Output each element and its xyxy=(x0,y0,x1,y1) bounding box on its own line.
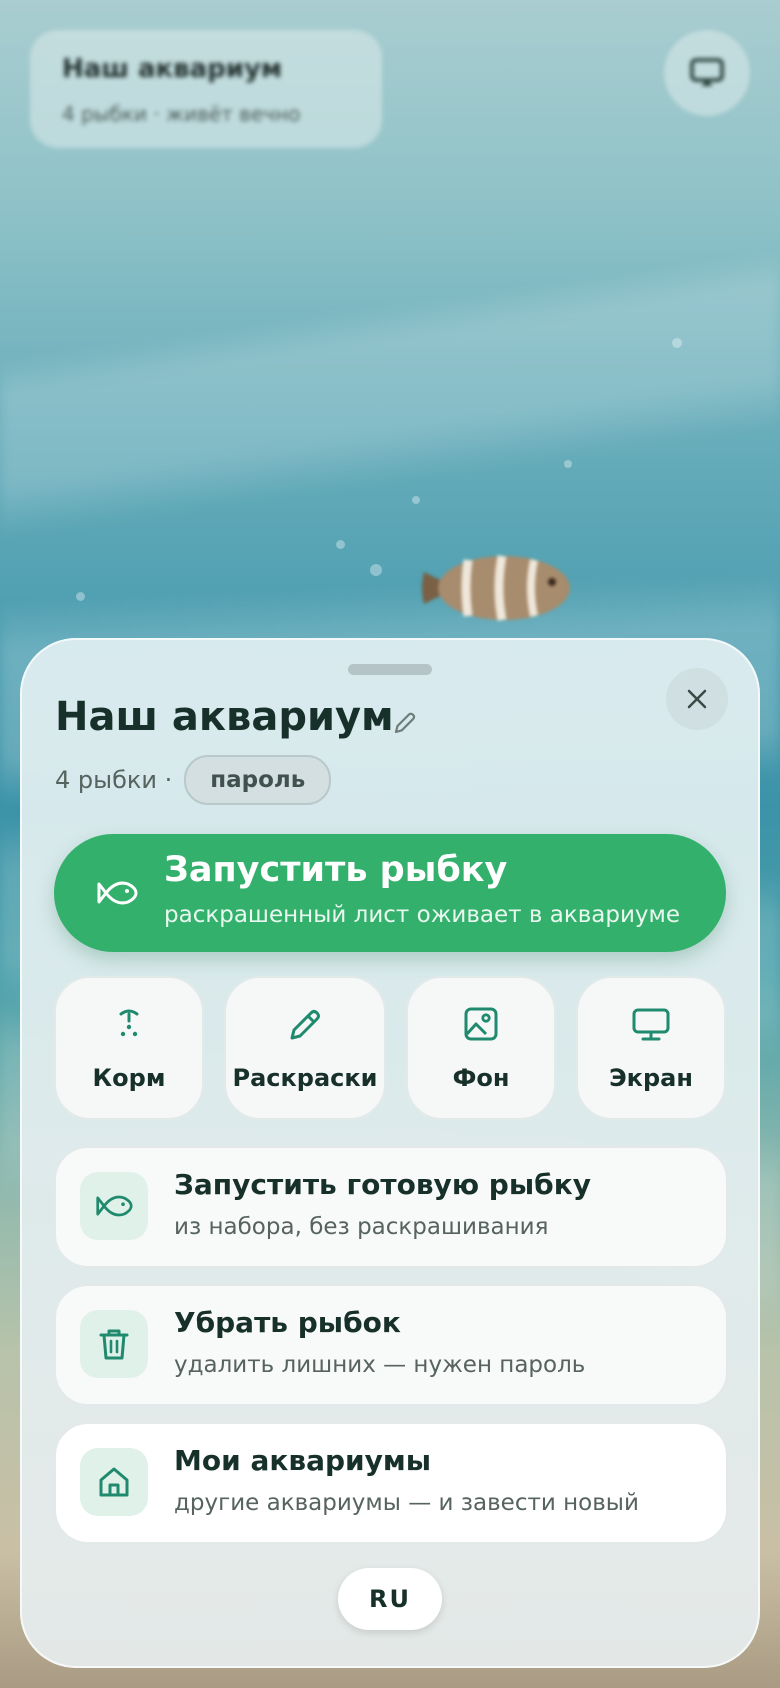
fish-count: 4 рыбки · xyxy=(55,766,173,794)
password-badge[interactable]: пароль xyxy=(184,755,332,805)
pencil-icon xyxy=(290,1010,320,1040)
tile-food-label: Корм xyxy=(92,1064,166,1092)
bottom-sheet: Наш аквариум 4 рыбки · пароль Запустить … xyxy=(20,638,760,1668)
launch-ready-fish-item[interactable]: Запустить готовую рыбку из набора, без р… xyxy=(54,1146,728,1268)
fish-icon xyxy=(96,1195,133,1217)
tile-background-label: Фон xyxy=(452,1064,510,1092)
close-button[interactable] xyxy=(666,668,728,730)
row-icon-box xyxy=(80,1172,148,1240)
language-button[interactable]: RU xyxy=(338,1568,442,1630)
home-icon xyxy=(99,1467,129,1497)
row-title: Мои аквариумы xyxy=(174,1444,432,1477)
row-subtitle: удалить лишних — нужен пароль xyxy=(174,1352,586,1378)
tile-coloring-label: Раскраски xyxy=(232,1064,378,1092)
bubble xyxy=(370,564,382,576)
row-subtitle: из набора, без раскрашивания xyxy=(174,1214,549,1240)
bubble xyxy=(672,338,682,348)
tile-background[interactable]: Фон xyxy=(406,976,556,1120)
tile-coloring[interactable]: Раскраски xyxy=(224,976,386,1120)
trash-icon xyxy=(99,1329,129,1360)
bubble xyxy=(336,540,345,549)
header-title: Наш аквариум xyxy=(62,54,283,84)
row-title: Убрать рыбок xyxy=(174,1306,401,1339)
tile-food[interactable]: Корм xyxy=(54,976,204,1120)
monitor-icon xyxy=(632,1008,670,1041)
fish-icon xyxy=(97,881,138,905)
launch-fish-button[interactable]: Запустить рыбку раскрашенный лист оживае… xyxy=(54,834,726,952)
launch-title: Запустить рыбку xyxy=(164,850,508,890)
remove-fish-item[interactable]: Убрать рыбок удалить лишних — нужен паро… xyxy=(54,1284,728,1406)
tile-screen[interactable]: Экран xyxy=(576,976,726,1120)
cast-icon xyxy=(690,58,724,86)
bubble xyxy=(76,592,85,601)
food-icon xyxy=(119,1009,139,1037)
clownfish-image xyxy=(422,555,570,621)
row-icon-box xyxy=(80,1448,148,1516)
close-icon xyxy=(687,689,707,709)
my-aquariums-item[interactable]: Мои аквариумы другие аквариумы — и завес… xyxy=(54,1422,728,1544)
cast-button[interactable] xyxy=(664,30,750,116)
drag-handle[interactable] xyxy=(348,664,432,675)
image-icon xyxy=(464,1007,498,1041)
bubble xyxy=(564,460,572,468)
tile-screen-label: Экран xyxy=(609,1064,693,1092)
edit-title-icon[interactable] xyxy=(392,710,418,736)
row-subtitle: другие аквариумы — и завести новый xyxy=(174,1490,639,1516)
header-subtitle: 4 рыбки · живёт вечно xyxy=(62,102,301,126)
aquarium-meta: 4 рыбки · пароль xyxy=(55,755,332,805)
header-card: Наш аквариум 4 рыбки · живёт вечно xyxy=(30,30,382,148)
row-icon-box xyxy=(80,1310,148,1378)
row-title: Запустить готовую рыбку xyxy=(174,1168,591,1201)
aquarium-title: Наш аквариум xyxy=(55,694,394,740)
bubble xyxy=(412,496,420,504)
launch-subtitle: раскрашенный лист оживает в аквариуме xyxy=(164,902,681,928)
